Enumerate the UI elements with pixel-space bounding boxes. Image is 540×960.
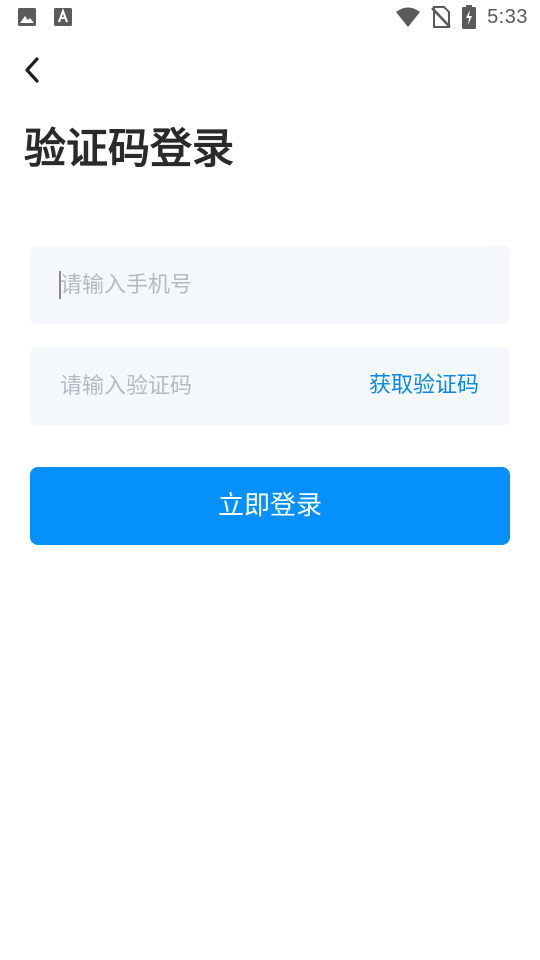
chevron-left-icon bbox=[22, 56, 42, 84]
get-code-button[interactable]: 获取验证码 bbox=[369, 347, 479, 425]
status-bar-left bbox=[17, 7, 73, 27]
no-sim-icon bbox=[431, 5, 451, 29]
code-input[interactable] bbox=[60, 347, 340, 425]
image-icon bbox=[17, 7, 37, 27]
code-field[interactable]: 获取验证码 bbox=[30, 347, 510, 425]
status-bar-right: 5:33 bbox=[395, 5, 528, 29]
page-title: 验证码登录 bbox=[24, 124, 235, 173]
status-bar: 5:33 bbox=[0, 0, 540, 38]
back-button[interactable] bbox=[14, 52, 50, 88]
phone-field[interactable] bbox=[30, 246, 510, 324]
battery-charging-icon bbox=[461, 5, 477, 29]
wifi-icon bbox=[395, 6, 421, 28]
text-caret bbox=[59, 271, 61, 299]
login-button[interactable]: 立即登录 bbox=[30, 467, 510, 545]
text-a-icon bbox=[53, 7, 73, 27]
phone-input[interactable] bbox=[60, 246, 480, 324]
status-time: 5:33 bbox=[487, 5, 528, 28]
